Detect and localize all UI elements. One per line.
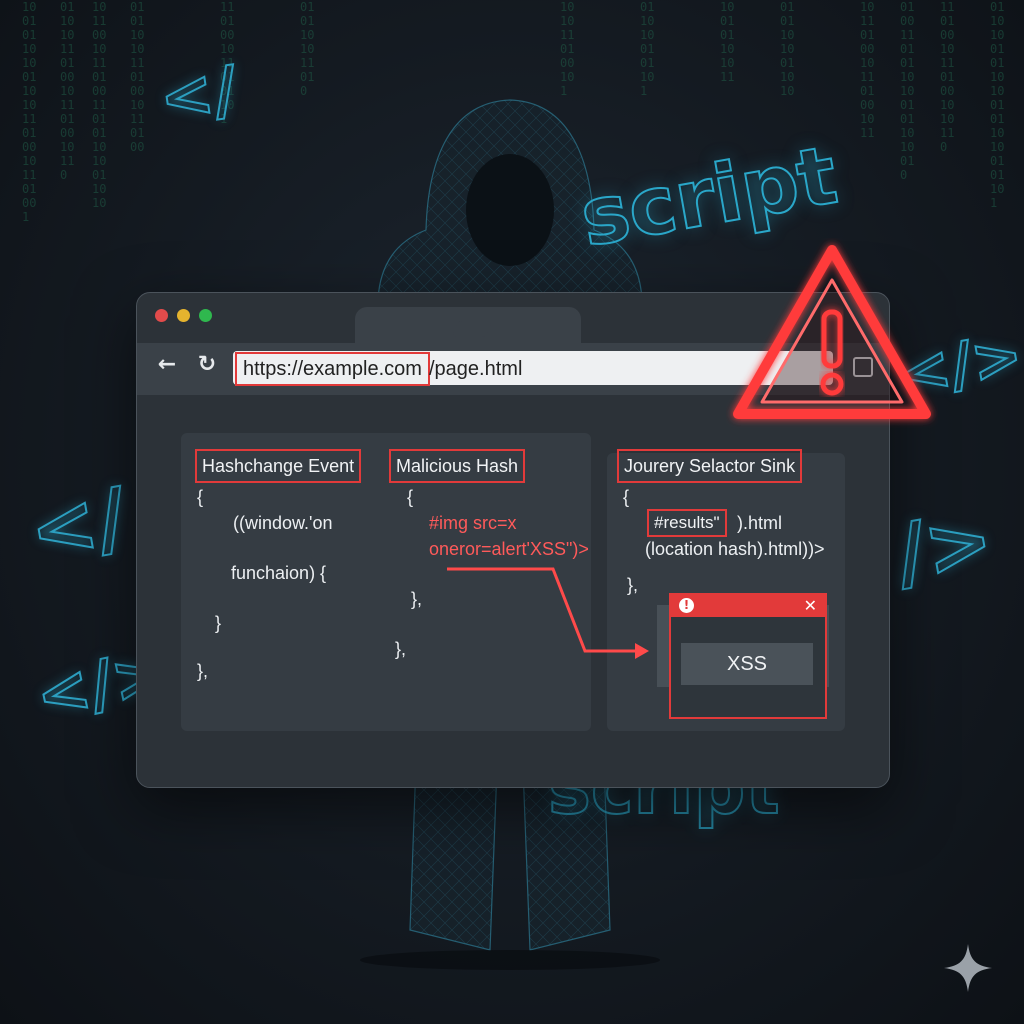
code-tag-decoration: </: [22, 469, 135, 579]
close-icon[interactable]: ✕: [804, 595, 817, 617]
sparkle-icon: [944, 944, 992, 992]
warning-triangle-icon: [733, 245, 931, 419]
dialog-title-bar: ! ✕: [671, 595, 825, 617]
dialog-message: XSS: [681, 643, 813, 685]
code-tag-decoration: </: [154, 52, 243, 138]
xss-alert-dialog: ! ✕ XSS: [669, 593, 827, 719]
code-tag-decoration: />: [888, 491, 1001, 601]
alert-icon: !: [679, 598, 694, 613]
